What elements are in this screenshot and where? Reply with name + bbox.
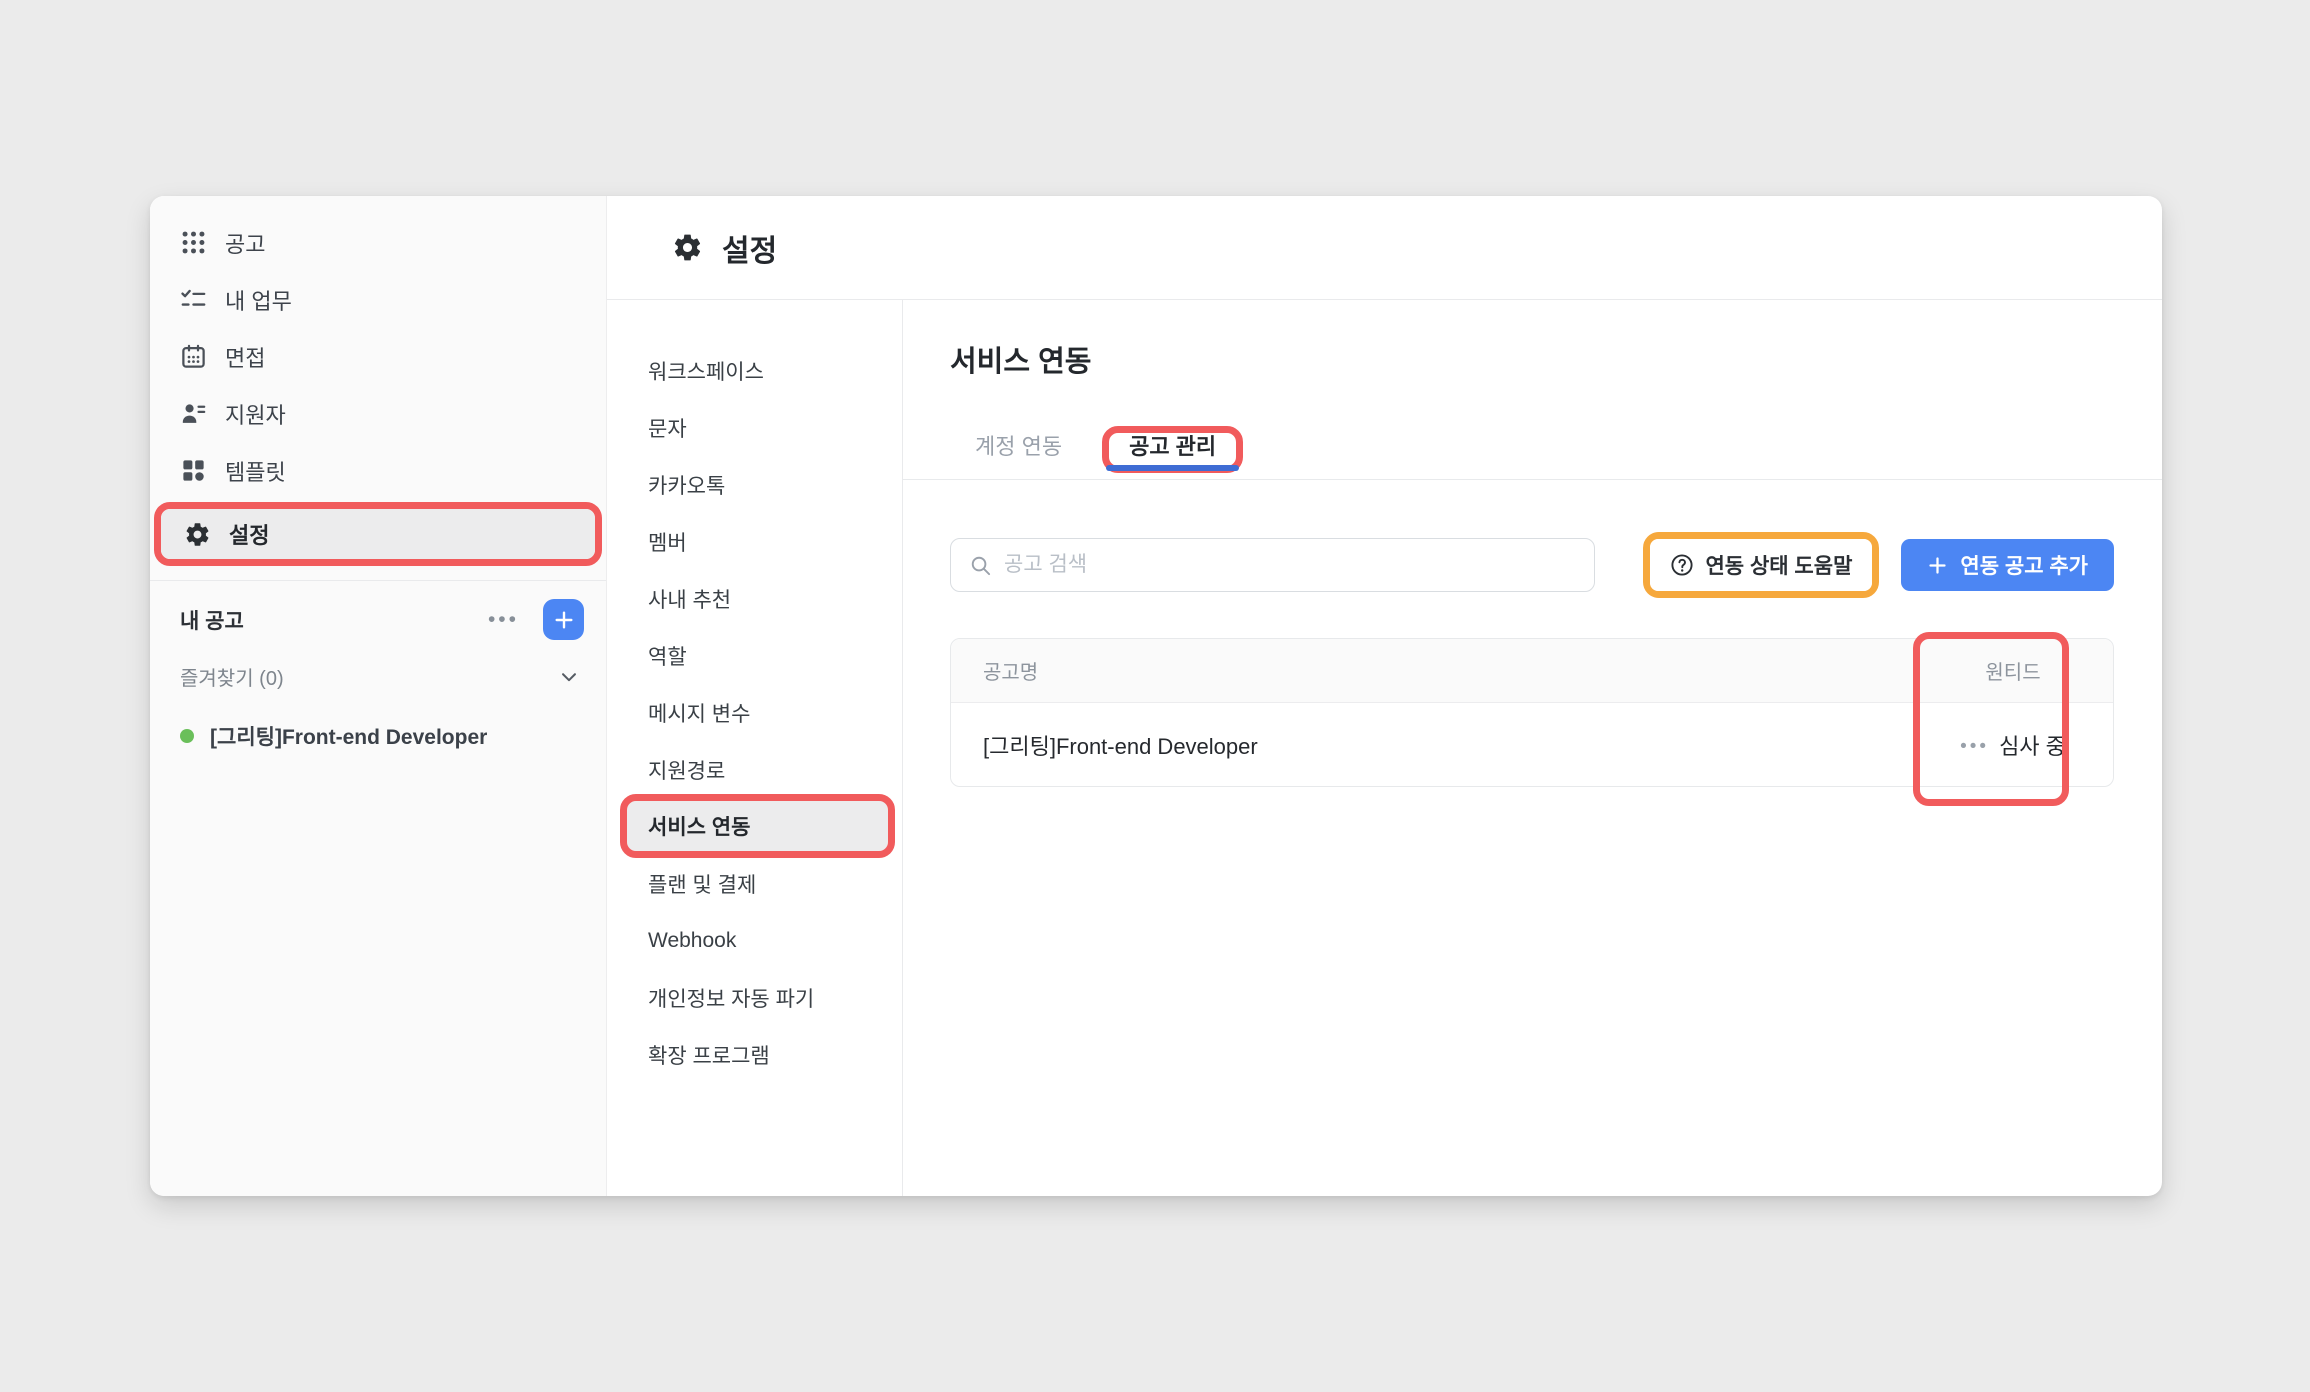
content-title: 서비스 연동 <box>950 342 2114 382</box>
sidebar-item-label: 공고 <box>225 227 265 259</box>
favorites-label: 즐겨찾기 (0) <box>180 662 284 691</box>
tab-job-management-wrap: 공고 관리 <box>1102 429 1243 461</box>
content-area: 서비스 연동 계정 연동 공고 관리 <box>903 300 2162 1196</box>
integration-job-table: 공고명 원티드 [그리팅]Front-end Developer ••• 심사 … <box>950 638 2114 787</box>
question-circle-icon <box>1670 553 1694 577</box>
table-row[interactable]: [그리팅]Front-end Developer ••• 심사 중 <box>951 703 2113 786</box>
page-title: 설정 <box>722 226 777 270</box>
add-button-label: 연동 공고 추가 <box>1960 550 2088 580</box>
sidebar-item-my-tasks[interactable]: 내 업무 <box>150 271 606 328</box>
tab-bar: 계정 연동 공고 관리 <box>903 410 2162 480</box>
favorites-toggle[interactable]: 즐겨찾기 (0) <box>150 662 606 691</box>
sidebar-item-settings[interactable]: 설정 <box>161 509 595 559</box>
settings-nav-webhook[interactable]: Webhook <box>648 912 902 969</box>
sidebar-item-label: 설정 <box>229 518 269 550</box>
settings-nav-apply-channels[interactable]: 지원경로 <box>648 741 902 798</box>
settings-nav-members[interactable]: 멤버 <box>648 513 902 570</box>
search-input[interactable] <box>1004 553 1594 577</box>
add-integration-job-button[interactable]: 연동 공고 추가 <box>1901 539 2114 591</box>
sidebar-item-applicants[interactable]: 지원자 <box>150 385 606 442</box>
status-dots-icon: ••• <box>1960 733 1989 756</box>
column-header-job-name: 공고명 <box>951 656 1913 685</box>
search-icon <box>969 554 992 577</box>
settings-nav-sms[interactable]: 문자 <box>648 399 902 456</box>
tab-job-management[interactable]: 공고 관리 <box>1129 434 1216 459</box>
sidebar-item-label: 내 업무 <box>225 284 292 316</box>
sidebar-item-jobs[interactable]: 공고 <box>150 214 606 271</box>
plus-icon <box>553 609 575 631</box>
sidebar-divider <box>150 580 606 581</box>
sidebar-item-templates[interactable]: 템플릿 <box>150 442 606 499</box>
tasks-icon <box>180 286 207 313</box>
table-header-row: 공고명 원티드 <box>951 639 2113 703</box>
settings-nav-privacy-auto-delete[interactable]: 개인정보 자동 파기 <box>648 969 902 1026</box>
sidebar-item-label: 템플릿 <box>225 455 286 487</box>
cell-wanted-status[interactable]: ••• 심사 중 <box>1913 729 2113 761</box>
toolbar: 연동 상태 도움말 연동 공고 추가 <box>950 532 2114 598</box>
calendar-icon <box>180 343 207 370</box>
job-title: [그리팅]Front-end Developer <box>210 721 487 751</box>
settings-nav-roles[interactable]: 역할 <box>648 627 902 684</box>
template-icon <box>180 457 207 484</box>
integration-status-help-button[interactable]: 연동 상태 도움말 <box>1650 539 1872 591</box>
add-job-button[interactable] <box>543 599 584 640</box>
tab-account-integration[interactable]: 계정 연동 <box>975 429 1062 461</box>
sidebar-item-interviews[interactable]: 면접 <box>150 328 606 385</box>
search-box <box>950 538 1595 592</box>
more-options-icon[interactable]: ••• <box>482 604 525 636</box>
annotation-settings-highlight: 설정 <box>154 502 602 566</box>
column-header-wanted: 원티드 <box>1913 656 2113 685</box>
settings-panel: 설정 워크스페이스 문자 카카오톡 멤버 사내 추천 역할 메시지 변수 지원경… <box>607 196 2162 1196</box>
annotation-service-integration: 서비스 연동 <box>620 794 895 858</box>
settings-body: 워크스페이스 문자 카카오톡 멤버 사내 추천 역할 메시지 변수 지원경로 서… <box>607 300 2162 1196</box>
help-button-label: 연동 상태 도움말 <box>1705 550 1852 580</box>
settings-header: 설정 <box>607 196 2162 300</box>
sidebar-item-label: 면접 <box>225 341 265 373</box>
gear-icon <box>184 521 211 548</box>
applicant-icon <box>180 400 207 427</box>
my-jobs-header: 내 공고 ••• <box>150 599 606 640</box>
page: { "app_sidebar": { "items": [ { "icon": … <box>0 0 2310 1392</box>
sidebar-job-item[interactable]: [그리팅]Front-end Developer <box>150 721 606 751</box>
app-window: 공고 내 업무 면접 지원자 템플릿 설정 내 공고 ••• <box>150 196 2162 1196</box>
status-dot <box>180 729 194 743</box>
plus-icon <box>1927 555 1948 576</box>
chevron-down-icon <box>558 666 580 688</box>
annotation-help-button: 연동 상태 도움말 <box>1643 532 1879 598</box>
settings-nav-selected-slot: 서비스 연동 <box>648 798 902 855</box>
status-text: 심사 중 <box>1999 729 2066 761</box>
settings-nav-service-integration[interactable]: 서비스 연동 <box>627 801 750 851</box>
sidebar-item-label: 지원자 <box>225 398 286 430</box>
gear-icon <box>672 232 703 263</box>
settings-nav-kakaotalk[interactable]: 카카오톡 <box>648 456 902 513</box>
settings-nav: 워크스페이스 문자 카카오톡 멤버 사내 추천 역할 메시지 변수 지원경로 서… <box>607 300 903 1196</box>
app-sidebar: 공고 내 업무 면접 지원자 템플릿 설정 내 공고 ••• <box>150 196 607 1196</box>
settings-nav-referral[interactable]: 사내 추천 <box>648 570 902 627</box>
settings-nav-workspace[interactable]: 워크스페이스 <box>648 342 902 399</box>
settings-nav-extensions[interactable]: 확장 프로그램 <box>648 1026 902 1083</box>
active-tab-underline <box>1106 465 1239 471</box>
settings-nav-message-variables[interactable]: 메시지 변수 <box>648 684 902 741</box>
my-jobs-label: 내 공고 <box>180 605 244 635</box>
grid-icon <box>180 229 207 256</box>
settings-nav-plan-billing[interactable]: 플랜 및 결제 <box>648 855 902 912</box>
cell-job-name: [그리팅]Front-end Developer <box>951 729 1913 761</box>
